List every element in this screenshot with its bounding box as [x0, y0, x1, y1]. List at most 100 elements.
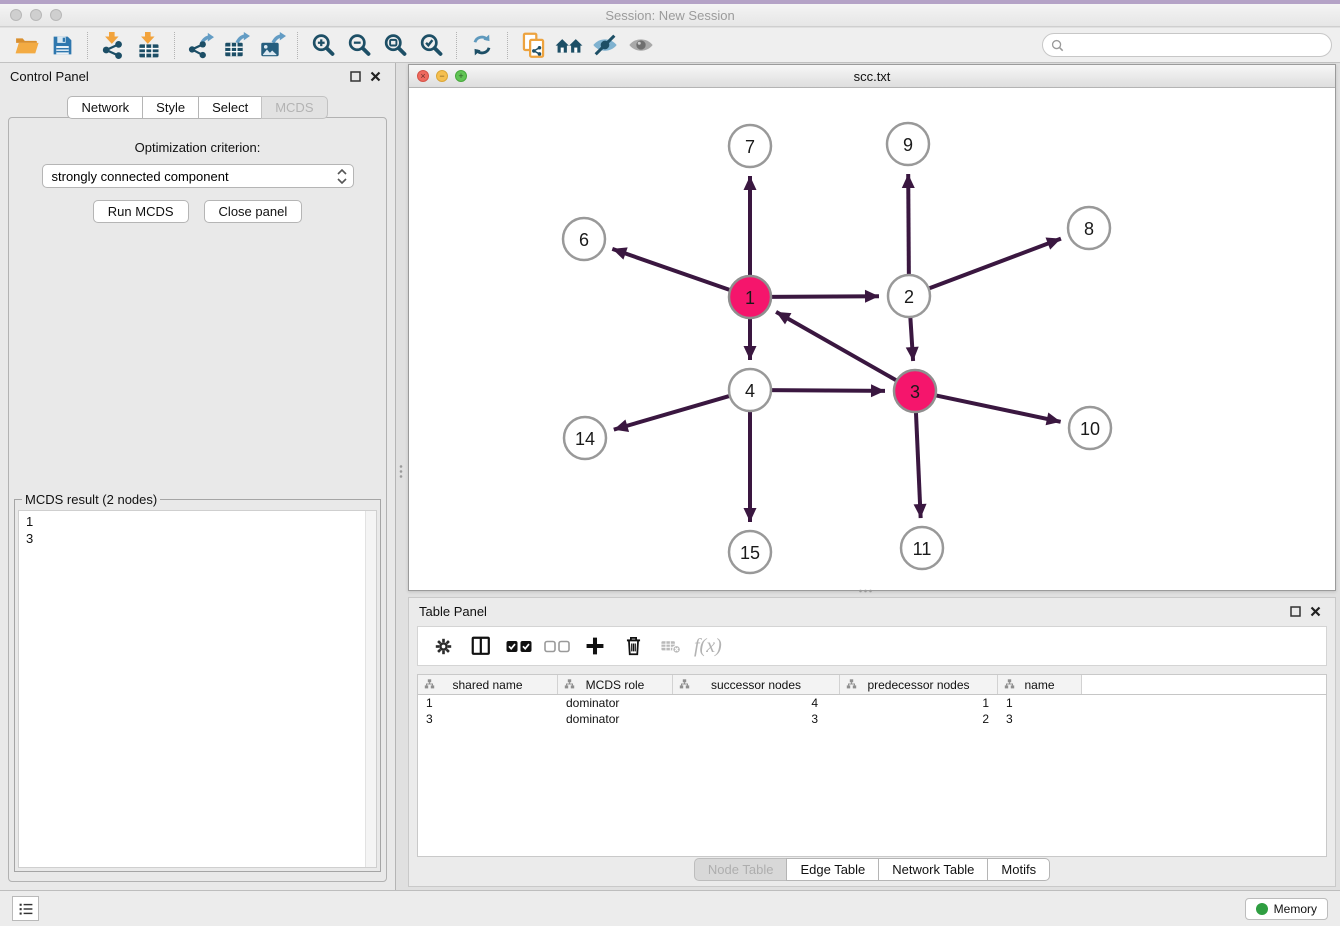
table-row[interactable]: 1dominator411	[418, 695, 1326, 711]
zoom-in-icon[interactable]	[305, 30, 341, 61]
select-all-columns-icon[interactable]	[504, 631, 534, 661]
graph-edge-3-11[interactable]	[916, 410, 921, 518]
attribute-icon	[846, 679, 857, 689]
network-graph[interactable]: 7 9 6 8 1 2 4 3 14 10 15 11	[409, 88, 1335, 590]
graph-edge-4-3[interactable]	[769, 390, 885, 391]
network-window-title: scc.txt	[854, 69, 891, 84]
graph-node-11[interactable]: 11	[901, 527, 943, 569]
graph-node-14[interactable]: 14	[564, 417, 606, 459]
zoom-fit-icon[interactable]	[377, 30, 413, 61]
graph-edge-1-2[interactable]	[769, 296, 879, 297]
tab-motifs[interactable]: Motifs	[987, 858, 1050, 881]
maximize-network-button[interactable]: +	[455, 70, 467, 82]
task-history-icon[interactable]	[12, 896, 39, 921]
table-row[interactable]: 3dominator323	[418, 711, 1326, 727]
horizontal-splitter-handle[interactable]	[858, 589, 874, 593]
close-panel-button[interactable]: Close panel	[204, 200, 303, 223]
column-header-predecessor-nodes[interactable]: predecessor nodes	[840, 675, 998, 694]
table-cell: 1	[840, 696, 998, 710]
zoom-selected-icon[interactable]	[413, 30, 449, 61]
graph-node-3[interactable]: 3	[894, 370, 936, 412]
table-body: 1dominator4113dominator323	[418, 695, 1326, 727]
column-header-successor-nodes[interactable]: successor nodes	[673, 675, 840, 694]
graph-node-7[interactable]: 7	[729, 125, 771, 167]
tab-select[interactable]: Select	[198, 96, 262, 119]
refresh-view-icon[interactable]	[464, 30, 500, 61]
close-panel-icon[interactable]	[365, 67, 385, 85]
split-columns-icon[interactable]	[466, 631, 496, 661]
table-cell: 3	[998, 712, 1082, 726]
column-header-shared-name[interactable]: shared name	[418, 675, 558, 694]
save-session-icon[interactable]	[44, 30, 80, 61]
show-all-icon[interactable]	[623, 30, 659, 61]
graph-node-10[interactable]: 10	[1069, 407, 1111, 449]
graph-edge-3-10[interactable]	[934, 395, 1061, 422]
unselect-all-columns-icon[interactable]	[542, 631, 572, 661]
close-window-button[interactable]	[10, 9, 22, 21]
graph-node-9[interactable]: 9	[887, 123, 929, 165]
graph-node-2[interactable]: 2	[888, 275, 930, 317]
memory-button[interactable]: Memory	[1245, 898, 1328, 920]
column-header-name[interactable]: name	[998, 675, 1082, 694]
tab-mcds[interactable]: MCDS	[261, 96, 327, 119]
criterion-select[interactable]: strongly connected component	[42, 164, 354, 188]
table-panel-header: Table Panel	[409, 598, 1335, 624]
open-session-icon[interactable]	[8, 30, 44, 61]
import-table-icon[interactable]	[131, 30, 167, 61]
mcds-result-box: 1 3	[18, 510, 377, 868]
table-tabs: Node Table Edge Table Network Table Moti…	[409, 858, 1335, 881]
first-neighbors-icon[interactable]	[551, 30, 587, 61]
graph-node-15[interactable]: 15	[729, 531, 771, 573]
hide-selected-icon[interactable]	[587, 30, 623, 61]
float-table-panel-icon[interactable]	[1285, 602, 1305, 620]
graph-node-8[interactable]: 8	[1068, 207, 1110, 249]
clone-network-icon[interactable]	[515, 30, 551, 61]
graph-node-6[interactable]: 6	[563, 218, 605, 260]
toolbar-separator	[456, 32, 457, 59]
attribute-icon	[564, 679, 575, 689]
graph-node-1[interactable]: 1	[729, 276, 771, 318]
zoom-window-button[interactable]	[50, 9, 62, 21]
graph-node-4[interactable]: 4	[729, 369, 771, 411]
main-toolbar	[0, 28, 1340, 63]
tab-node-table[interactable]: Node Table	[694, 858, 788, 881]
column-header-MCDS-role[interactable]: MCDS role	[558, 675, 673, 694]
minimize-network-button[interactable]: −	[436, 70, 448, 82]
delete-table-icon[interactable]	[656, 631, 686, 661]
create-column-icon[interactable]	[580, 631, 610, 661]
graph-edge-2-9[interactable]	[908, 174, 909, 277]
result-scrollbar[interactable]	[365, 511, 376, 867]
export-network-icon[interactable]	[182, 30, 218, 61]
run-mcds-button[interactable]: Run MCDS	[93, 200, 189, 223]
graph-node-label: 3	[910, 382, 920, 402]
graph-node-label: 7	[745, 137, 755, 157]
graph-edge-1-6[interactable]	[612, 249, 732, 291]
search-input[interactable]	[1069, 38, 1323, 53]
tab-network-table[interactable]: Network Table	[878, 858, 988, 881]
table-settings-icon[interactable]	[428, 631, 458, 661]
toolbar-separator	[87, 32, 88, 59]
zoom-out-icon[interactable]	[341, 30, 377, 61]
close-table-panel-icon[interactable]	[1305, 602, 1325, 620]
table-cell: 1	[418, 696, 558, 710]
graph-edge-3-1[interactable]	[776, 312, 898, 382]
import-network-icon[interactable]	[95, 30, 131, 61]
network-window-controls: × − +	[417, 70, 467, 82]
search-icon	[1051, 39, 1064, 52]
export-table-icon[interactable]	[218, 30, 254, 61]
tab-style[interactable]: Style	[142, 96, 199, 119]
vertical-splitter-handle[interactable]	[399, 464, 403, 480]
graph-edge-2-8[interactable]	[927, 239, 1061, 290]
float-panel-icon[interactable]	[345, 67, 365, 85]
table-cell: 4	[673, 696, 840, 710]
graph-node-label: 9	[903, 135, 913, 155]
tab-edge-table[interactable]: Edge Table	[786, 858, 879, 881]
function-builder-icon[interactable]: f(x)	[694, 631, 722, 661]
close-network-button[interactable]: ×	[417, 70, 429, 82]
tab-network[interactable]: Network	[67, 96, 143, 119]
graph-edge-2-3[interactable]	[910, 315, 913, 361]
delete-columns-icon[interactable]	[618, 631, 648, 661]
export-image-icon[interactable]	[254, 30, 290, 61]
graph-edge-4-14[interactable]	[614, 395, 732, 429]
minimize-window-button[interactable]	[30, 9, 42, 21]
